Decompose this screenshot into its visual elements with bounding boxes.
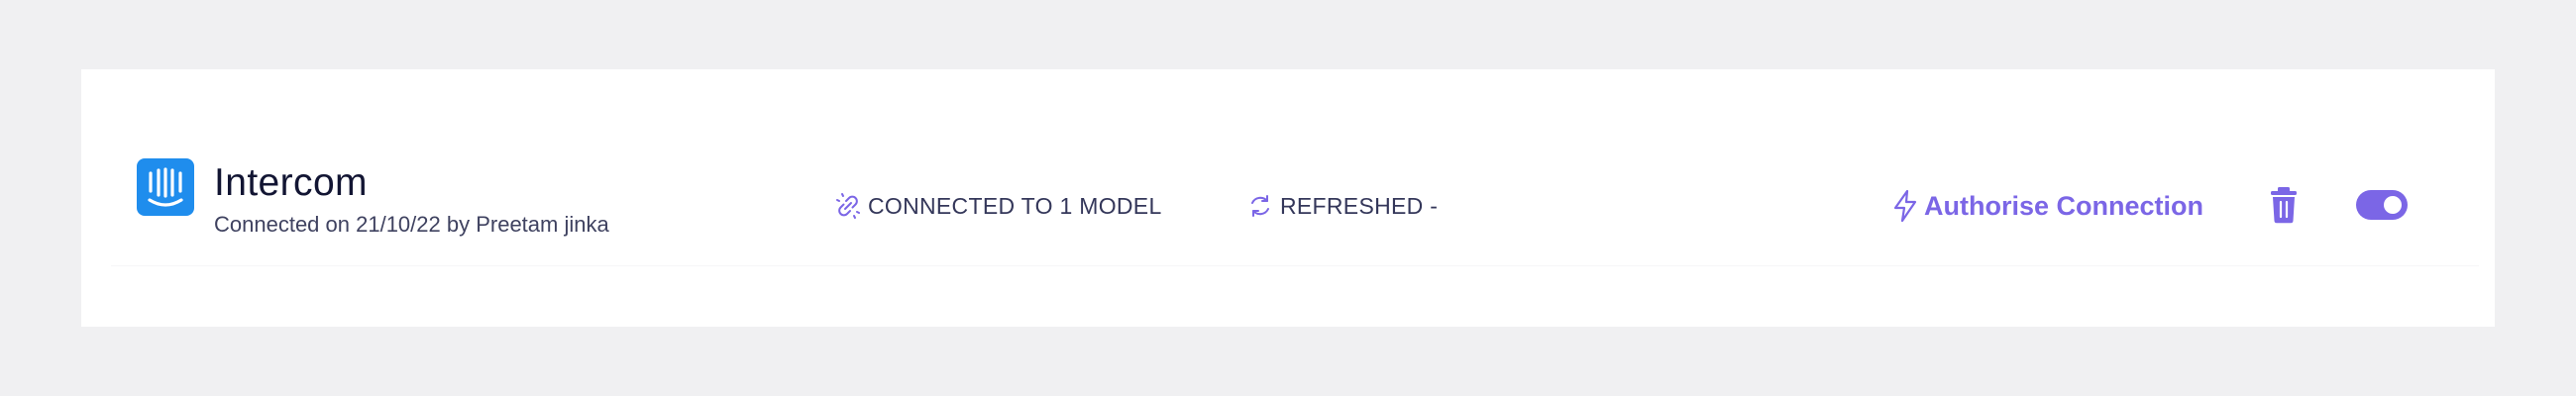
refreshed-status: REFRESHED - — [1246, 190, 1438, 222]
connection-toggle[interactable] — [2356, 190, 2408, 220]
connected-models-text: CONNECTED TO 1 MODEL — [868, 192, 1162, 219]
connected-models-status: CONNECTED TO 1 MODEL — [834, 190, 1162, 222]
divider — [111, 265, 2479, 266]
refreshed-text: REFRESHED - — [1280, 192, 1439, 219]
link-icon — [834, 192, 862, 220]
authorise-connection-label: Authorise Connection — [1924, 190, 2203, 221]
authorise-connection-button[interactable]: Authorise Connection — [1892, 188, 2203, 224]
integration-connected-info: Connected on 21/10/22 by Preetam jinka — [214, 212, 609, 237]
refresh-icon — [1246, 192, 1274, 220]
trash-icon — [2271, 187, 2297, 224]
delete-button[interactable] — [2269, 186, 2299, 224]
lightning-bolt-icon — [1892, 189, 1918, 223]
integration-card: Intercom Connected on 21/10/22 by Preeta… — [81, 69, 2495, 327]
toggle-knob — [2384, 196, 2402, 214]
integration-row: Intercom Connected on 21/10/22 by Preeta… — [137, 148, 2439, 259]
intercom-logo-icon — [137, 158, 194, 216]
integration-name: Intercom — [214, 161, 368, 204]
